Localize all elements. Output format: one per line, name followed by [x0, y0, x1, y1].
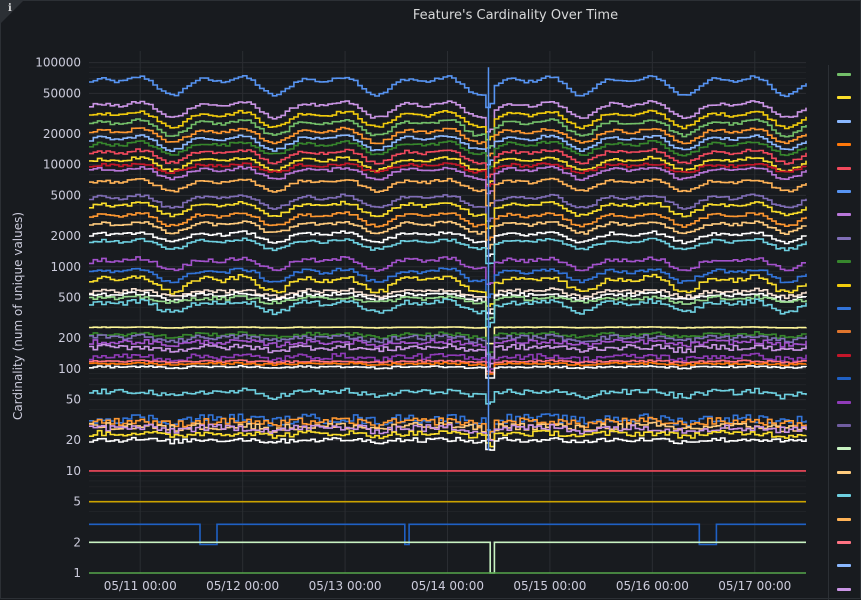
legend-swatch[interactable]: [837, 166, 851, 170]
chart-panel: i Feature's Cardinality Over Time Cardin…: [0, 0, 861, 600]
legend-swatch[interactable]: [837, 330, 851, 334]
legend-swatch[interactable]: [837, 143, 851, 147]
y-tick-label: 500: [58, 291, 81, 305]
legend-swatch[interactable]: [837, 283, 851, 287]
legend-swatch[interactable]: [837, 119, 851, 123]
y-tick-label: 10: [66, 464, 81, 478]
legend-swatch[interactable]: [837, 424, 851, 427]
x-tick-label: 05/15 00:00: [513, 579, 586, 593]
x-tick-label: 05/13 00:00: [309, 579, 382, 593]
legend-swatch[interactable]: [837, 190, 851, 193]
legend-swatch[interactable]: [837, 73, 851, 76]
y-tick-label: 2: [73, 535, 81, 549]
y-tick-label: 5000: [50, 188, 81, 202]
y-tick-label: 50000: [43, 86, 81, 100]
legend-swatch[interactable]: [837, 96, 851, 100]
y-tick-label: 2000: [50, 229, 81, 243]
x-tick-label: 05/17 00:00: [718, 579, 791, 593]
legend-swatch[interactable]: [837, 564, 851, 568]
legend-swatch[interactable]: [837, 353, 851, 357]
x-tick-label: 05/12 00:00: [206, 579, 279, 593]
y-tick-label: 100: [58, 362, 81, 376]
legend-swatch[interactable]: [837, 494, 851, 498]
legend-swatch[interactable]: [837, 213, 851, 217]
x-tick-label: 05/16 00:00: [616, 579, 689, 593]
legend[interactable]: [828, 65, 861, 600]
legend-swatch[interactable]: [837, 260, 851, 264]
x-tick-label: 05/14 00:00: [411, 579, 484, 593]
legend-swatch[interactable]: [837, 587, 851, 591]
legend-swatch[interactable]: [837, 541, 851, 544]
legend-swatch[interactable]: [837, 470, 851, 474]
y-tick-label: 10000: [43, 158, 81, 172]
y-tick-label: 200: [58, 331, 81, 345]
x-tick-label: 05/11 00:00: [104, 579, 177, 593]
y-tick-label: 1000: [50, 260, 81, 274]
legend-swatch[interactable]: [837, 517, 851, 521]
y-tick-label: 100000: [35, 56, 81, 70]
legend-swatch[interactable]: [837, 236, 851, 240]
y-tick-label: 50: [66, 393, 81, 407]
legend-swatch[interactable]: [837, 400, 851, 404]
y-tick-label: 20000: [43, 127, 81, 141]
line-chart[interactable]: 1 2 5 10 20 50 100 200 500 1000 2000 5000 10000 20000…: [1, 1, 861, 600]
y-tick-label: 1: [73, 566, 81, 580]
y-tick-label: 5: [73, 495, 81, 509]
legend-swatch[interactable]: [837, 377, 851, 381]
y-tick-label: 20: [66, 433, 81, 447]
legend-swatch[interactable]: [837, 447, 851, 451]
legend-swatch[interactable]: [837, 307, 851, 310]
